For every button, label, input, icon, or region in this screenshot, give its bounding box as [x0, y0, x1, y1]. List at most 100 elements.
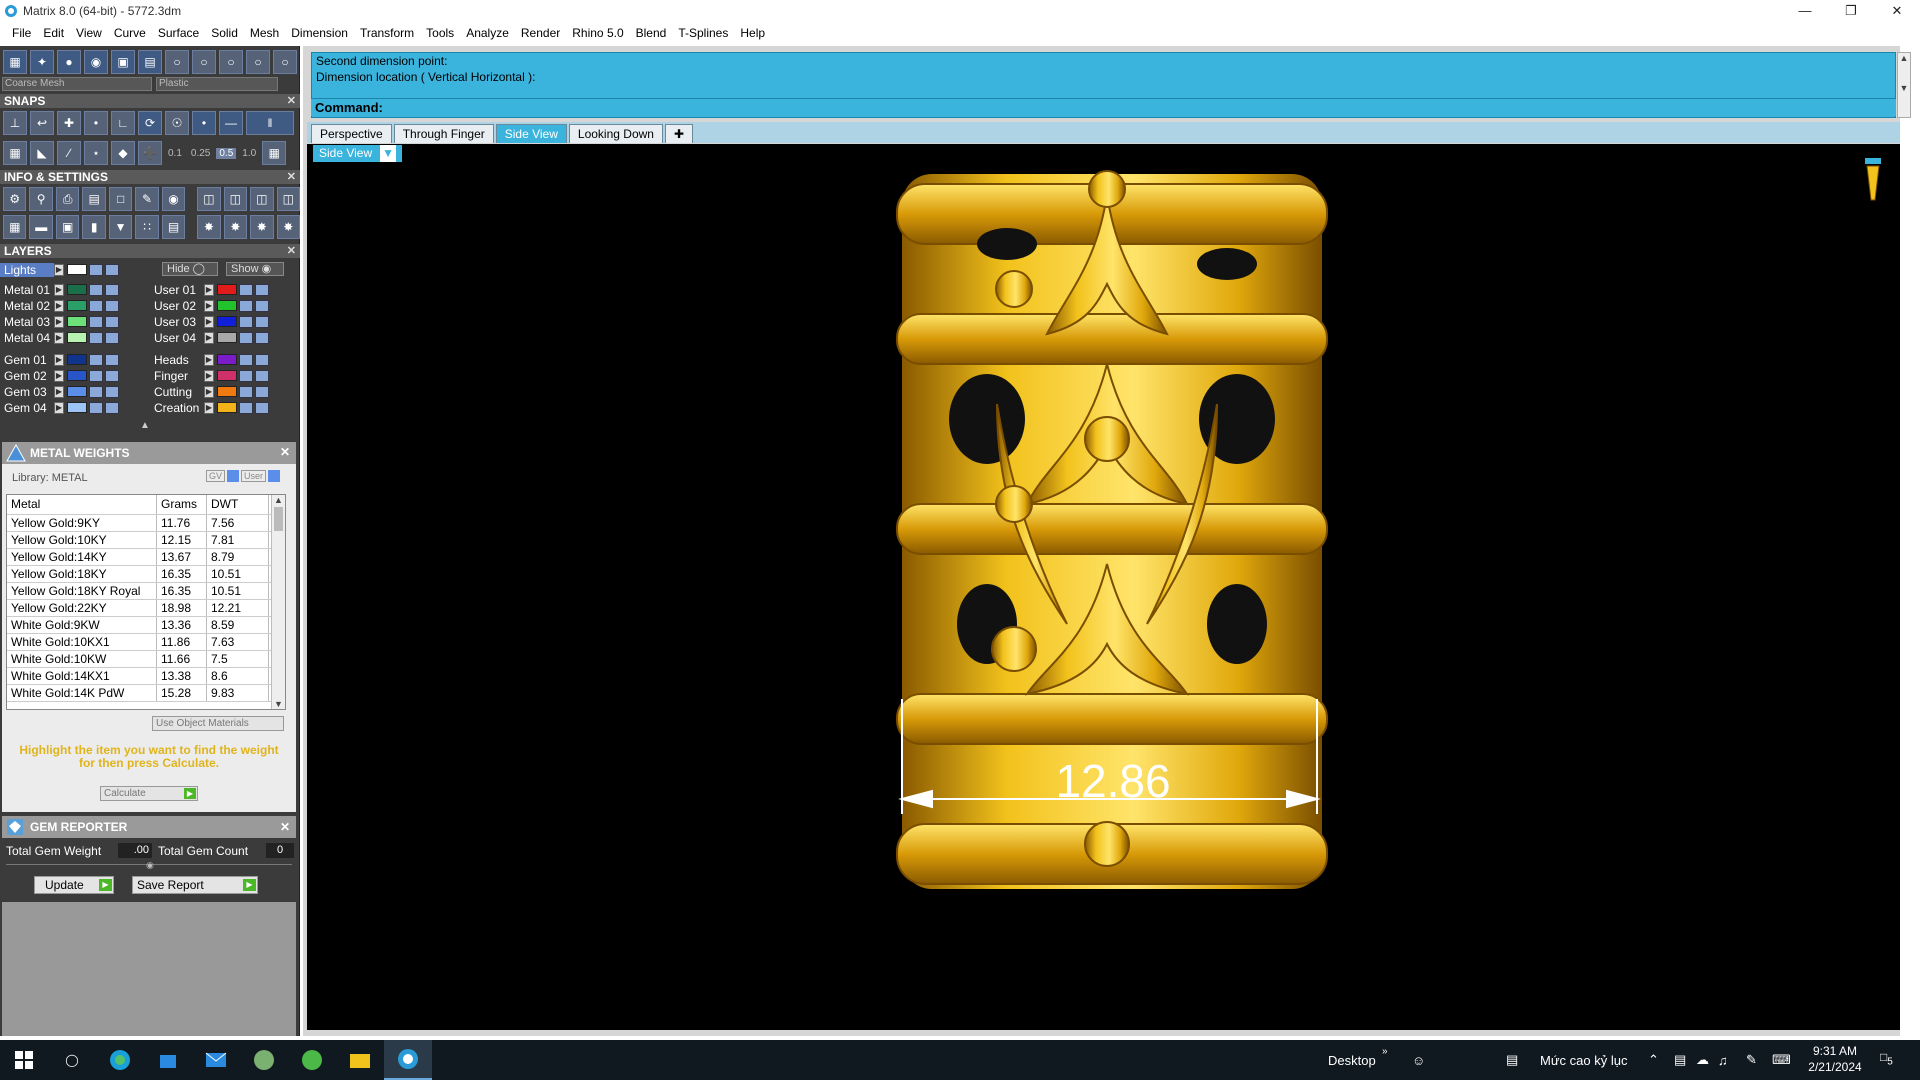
lights-swatch[interactable]: [67, 264, 87, 275]
grid-settings-icon[interactable]: ▦: [262, 141, 287, 165]
light-4-icon[interactable]: ✸: [276, 215, 301, 239]
restore-button[interactable]: ❐: [1828, 0, 1874, 21]
col-dwt-header[interactable]: DWT: [207, 495, 269, 514]
lock-icon[interactable]: [89, 385, 103, 398]
shaded-sphere-icon[interactable]: ●: [57, 50, 81, 74]
cylinder-icon[interactable]: ▮: [82, 215, 106, 239]
layer-color-swatch[interactable]: [217, 332, 237, 343]
snap-plus-icon[interactable]: ➕: [138, 141, 162, 165]
lock-icon[interactable]: [239, 299, 253, 312]
settings-gear-icon[interactable]: ⚙: [3, 187, 27, 211]
table-row[interactable]: Yellow Gold:9KY 11.76 7.56: [7, 515, 285, 532]
lock-icon[interactable]: [89, 369, 103, 382]
table-row[interactable]: Yellow Gold:18KY Royal 16.35 10.51: [7, 583, 285, 600]
table-row[interactable]: Yellow Gold:14KY 13.67 8.79: [7, 549, 285, 566]
layer-row[interactable]: Creation ▶: [150, 400, 269, 415]
table-row[interactable]: White Gold:9KW 13.36 8.59: [7, 617, 285, 634]
scroll-thumb[interactable]: [274, 507, 283, 531]
layer-name[interactable]: Cutting: [150, 385, 204, 399]
layout-icon[interactable]: ▬: [29, 215, 53, 239]
layer-name[interactable]: Metal 01: [0, 283, 54, 297]
snap-end-icon[interactable]: ⊥: [3, 111, 27, 135]
layer-row[interactable]: Metal 03 ▶: [0, 314, 119, 329]
expand-arrow-icon[interactable]: ▶: [54, 369, 64, 382]
lock-icon[interactable]: [89, 331, 103, 344]
material-sphere-2-icon[interactable]: ○: [192, 50, 216, 74]
menu-dimension[interactable]: Dimension: [285, 26, 354, 40]
grid-view-icon[interactable]: ▦: [3, 215, 27, 239]
wireframe-icon[interactable]: ▦: [3, 50, 27, 74]
measure-icon[interactable]: ∕: [57, 141, 81, 165]
menu-blend[interactable]: Blend: [630, 26, 673, 40]
close-icon[interactable]: ✕: [287, 244, 296, 258]
hide-all-button[interactable]: Hide ◯: [162, 262, 218, 276]
table-row[interactable]: White Gold:10KW 11.66 7.5: [7, 651, 285, 668]
layer-row[interactable]: User 02 ▶: [150, 298, 269, 313]
lock-icon[interactable]: [89, 263, 103, 276]
layer-row[interactable]: Gem 01 ▶: [0, 352, 119, 367]
minimize-button[interactable]: —: [1782, 0, 1828, 21]
snap-value-3[interactable]: 0.5: [216, 147, 237, 159]
close-window-button[interactable]: ✕: [1874, 0, 1920, 21]
use-object-materials-toggle[interactable]: Use Object Materials: [152, 716, 284, 731]
user-checkbox[interactable]: [268, 470, 281, 482]
expand-arrow-icon[interactable]: ▶: [204, 283, 214, 296]
snap-tangent-icon[interactable]: —: [219, 111, 243, 135]
tab-side-view[interactable]: Side View: [495, 124, 567, 143]
menu-tools[interactable]: Tools: [420, 26, 460, 40]
expand-arrow-icon[interactable]: ▶: [54, 283, 64, 296]
layers-1-icon[interactable]: ◫: [197, 187, 221, 211]
menu-render[interactable]: Render: [515, 26, 566, 40]
layer-color-swatch[interactable]: [67, 316, 87, 327]
layer-name[interactable]: Metal 04: [0, 331, 54, 345]
start-icon[interactable]: [0, 1040, 48, 1080]
dimension-value[interactable]: 12.86: [1055, 754, 1171, 808]
menu-view[interactable]: View: [70, 26, 108, 40]
close-icon[interactable]: ✕: [280, 816, 290, 838]
tab-looking-down[interactable]: Looking Down: [568, 124, 663, 143]
expand-arrow-icon[interactable]: ▶: [54, 315, 64, 328]
nodes-icon[interactable]: ∷: [135, 215, 159, 239]
store-icon[interactable]: [144, 1040, 192, 1080]
lock-icon[interactable]: [239, 401, 253, 414]
menu-analyze[interactable]: Analyze: [460, 26, 515, 40]
volume-icon[interactable]: ♫: [1718, 1053, 1728, 1068]
menu-edit[interactable]: Edit: [37, 26, 70, 40]
layer-name[interactable]: Gem 03: [0, 385, 54, 399]
material-sphere-4-icon[interactable]: ○: [246, 50, 270, 74]
visible-icon[interactable]: [255, 369, 269, 382]
project-icon[interactable]: ⋆: [84, 141, 108, 165]
rendered-sphere-icon[interactable]: ◉: [84, 50, 108, 74]
layer-name[interactable]: Metal 02: [0, 299, 54, 313]
ghosted-icon[interactable]: ✦: [30, 50, 54, 74]
visible-icon[interactable]: [255, 331, 269, 344]
visible-icon[interactable]: [105, 283, 119, 296]
visible-icon[interactable]: [105, 401, 119, 414]
tab-through-finger[interactable]: Through Finger: [393, 124, 494, 143]
command-scrollbar[interactable]: ▲ ▼: [1897, 52, 1911, 118]
menu-rhino[interactable]: Rhino 5.0: [566, 26, 629, 40]
gv-toggle[interactable]: GV: [206, 470, 226, 482]
show-all-button[interactable]: Show ◉: [226, 262, 284, 276]
people-icon[interactable]: ☺: [1412, 1053, 1425, 1068]
menu-transform[interactable]: Transform: [354, 26, 420, 40]
layer-color-swatch[interactable]: [217, 300, 237, 311]
keyboard-icon[interactable]: ⌨: [1772, 1052, 1791, 1068]
snap-point-icon[interactable]: •: [84, 111, 108, 135]
layer-name[interactable]: Metal 03: [0, 315, 54, 329]
visible-icon[interactable]: [255, 283, 269, 296]
table-row[interactable]: Yellow Gold:10KY 12.15 7.81: [7, 532, 285, 549]
layers-3-icon[interactable]: ◫: [250, 187, 274, 211]
expand-arrow-icon[interactable]: ▶: [204, 385, 214, 398]
expand-arrow-icon[interactable]: ▶: [204, 353, 214, 366]
filter-icon[interactable]: ▼: [108, 215, 133, 239]
search-icon[interactable]: ◯: [48, 1040, 96, 1080]
snap-quad-icon[interactable]: ⟳: [138, 111, 162, 135]
table-row[interactable]: White Gold:14KX1 13.38 8.6: [7, 668, 285, 685]
box-icon[interactable]: ▣: [55, 215, 80, 239]
layer-name[interactable]: User 04: [150, 331, 204, 345]
layer-row[interactable]: Cutting ▶: [150, 384, 269, 399]
green-app-icon[interactable]: [288, 1040, 336, 1080]
table-row[interactable]: White Gold:10KX1 11.86 7.63: [7, 634, 285, 651]
layer-row[interactable]: Gem 03 ▶: [0, 384, 119, 399]
